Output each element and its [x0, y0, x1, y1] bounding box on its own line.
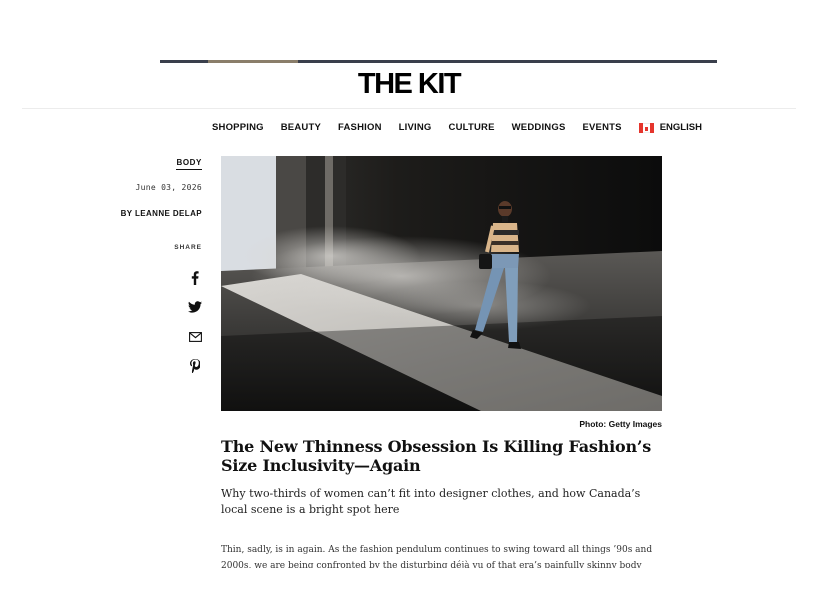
category-label[interactable]: BODY [176, 158, 202, 170]
nav-item-fashion[interactable]: FASHION [338, 122, 382, 133]
email-icon[interactable] [186, 329, 204, 345]
nav-item-culture[interactable]: CULTURE [449, 122, 495, 133]
facebook-icon[interactable] [186, 270, 204, 286]
runway-photo [221, 156, 662, 411]
nav-item-living[interactable]: LIVING [399, 122, 432, 133]
top-ad-banner[interactable] [160, 60, 717, 63]
publish-date: June 03, 2026 [135, 183, 202, 192]
language-switcher[interactable]: ENGLISH [638, 122, 702, 133]
author-byline[interactable]: BY LEANNE DELAP [100, 209, 202, 218]
language-label: ENGLISH [659, 122, 702, 133]
main-nav: SHOPPING BEAUTY FASHION LIVING CULTURE W… [212, 122, 702, 133]
category-tag[interactable]: BODY [100, 158, 202, 170]
article-dek: Why two-thirds of women can’t fit into d… [221, 487, 641, 516]
hero-image [221, 156, 662, 411]
twitter-icon[interactable] [186, 299, 204, 315]
nav-item-weddings[interactable]: WEDDINGS [512, 122, 566, 133]
content-cutoff [0, 568, 818, 613]
share-label: SHARE [174, 244, 202, 251]
nav-item-beauty[interactable]: BEAUTY [281, 122, 321, 133]
photo-credit: Photo: Getty Images [579, 419, 662, 429]
pinterest-icon[interactable] [186, 358, 204, 374]
canada-flag-icon [638, 122, 654, 133]
ad-banner-graphic [208, 60, 298, 63]
nav-item-events[interactable]: EVENTS [582, 122, 621, 133]
article-headline: The New Thinness Obsession Is Killing Fa… [221, 437, 652, 475]
header-divider [22, 108, 796, 109]
site-logo[interactable]: THE KIT [0, 68, 818, 101]
nav-item-shopping[interactable]: SHOPPING [212, 122, 264, 133]
